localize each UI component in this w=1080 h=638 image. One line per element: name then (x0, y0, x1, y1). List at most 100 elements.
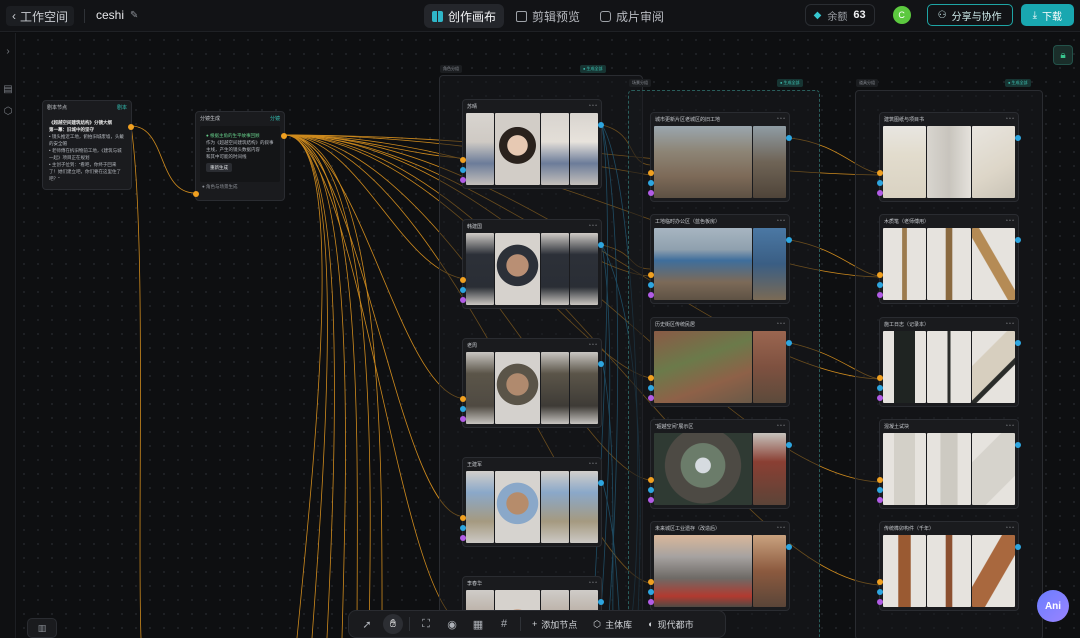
output-port[interactable] (786, 135, 792, 141)
card-tools-icon[interactable]: ▫ ▫ ▫ (589, 461, 597, 467)
card-tools-icon[interactable]: ▫ ▫ ▫ (1006, 218, 1014, 224)
input-port[interactable] (877, 170, 883, 176)
input-port[interactable] (648, 599, 654, 605)
card-tools-icon[interactable]: ▫ ▫ ▫ (777, 423, 785, 429)
prop-card[interactable]: 木质笔（老师傅用） ▫ ▫ ▫ (877, 214, 1021, 304)
scene-card[interactable]: 工地临时办公区（蓝色板房） ▫ ▫ ▫ (648, 214, 792, 304)
scene-card[interactable]: 历史街区传统民居 ▫ ▫ ▫ (648, 317, 792, 407)
input-port[interactable] (648, 487, 654, 493)
input-port[interactable] (877, 292, 883, 298)
card-tools-icon[interactable]: ▫ ▫ ▫ (777, 525, 785, 531)
card-tools-icon[interactable]: ▫ ▫ ▫ (777, 116, 785, 122)
prop-card[interactable]: 混凝土试块 ▫ ▫ ▫ (877, 419, 1021, 509)
card-tools-icon[interactable]: ▫ ▫ ▫ (1006, 525, 1014, 531)
balance-display[interactable]: ◆ 余额 63 (804, 4, 875, 26)
download-button[interactable]: ⤓ 下载 (1020, 4, 1074, 26)
input-port[interactable] (460, 406, 466, 412)
prop-group-badge-2[interactable]: ● 生成全部 (1005, 79, 1031, 87)
input-port[interactable] (460, 535, 466, 541)
hand-icon[interactable]: ✋︎ (383, 614, 403, 634)
style-button[interactable]: ◐ 现代都市 (643, 618, 698, 631)
tab-canvas[interactable]: 创作画布 (424, 4, 505, 28)
scene-card[interactable]: 未来城区工业遗存（改造后） ▫ ▫ ▫ (648, 521, 792, 611)
layers-icon[interactable]: ▤ (2, 83, 14, 95)
output-port[interactable] (598, 480, 604, 486)
output-port[interactable] (786, 340, 792, 346)
assistant-button[interactable]: Ani (1037, 590, 1069, 622)
input-port[interactable] (648, 497, 654, 503)
character-card[interactable]: 老周 ▫ ▫ ▫ (460, 338, 604, 428)
lock-icon[interactable]: 🔒︎ (1053, 45, 1073, 65)
input-port[interactable] (877, 487, 883, 493)
input-port[interactable] (877, 579, 883, 585)
output-port[interactable] (786, 544, 792, 550)
input-port[interactable] (877, 282, 883, 288)
tab-review[interactable]: 成片审阅 (592, 4, 672, 28)
hash-icon[interactable]: # (494, 614, 514, 634)
input-port[interactable] (877, 385, 883, 391)
input-port[interactable] (648, 385, 654, 391)
card-tools-icon[interactable]: ▫ ▫ ▫ (589, 342, 597, 348)
script-node[interactable]: 剧本节点 剧本 《超越空间建筑结构》分镜大纲 第一幕：旧城中的坚守 • 镜头推近… (42, 100, 134, 190)
input-port[interactable] (877, 599, 883, 605)
scene-card[interactable]: “超越空间”展示区 ▫ ▫ ▫ (648, 419, 792, 509)
regenerate-button[interactable]: 重新生成 (206, 163, 232, 172)
input-port[interactable] (460, 396, 466, 402)
input-port[interactable] (877, 497, 883, 503)
character-card[interactable]: 苏晴 ▫ ▫ ▫ (460, 99, 604, 189)
input-port[interactable] (877, 180, 883, 186)
input-port[interactable] (877, 190, 883, 196)
output-port[interactable] (598, 599, 604, 605)
input-port[interactable] (648, 292, 654, 298)
input-port[interactable] (648, 579, 654, 585)
output-port[interactable] (1015, 442, 1021, 448)
expand-chevron-icon[interactable]: › (2, 45, 14, 57)
input-port[interactable] (877, 477, 883, 483)
input-port[interactable] (460, 287, 466, 293)
prop-group-badge[interactable]: ● 生成全部 (777, 79, 803, 87)
input-port[interactable] (648, 589, 654, 595)
prop-card[interactable]: 施工日志（记录本） ▫ ▫ ▫ (877, 317, 1021, 407)
card-tools-icon[interactable]: ▫ ▫ ▫ (1006, 423, 1014, 429)
project-name[interactable]: ceshi ✎ (96, 8, 138, 22)
input-port[interactable] (648, 170, 654, 176)
output-port[interactable] (1015, 544, 1021, 550)
output-port[interactable] (786, 237, 792, 243)
tab-edit-preview[interactable]: 剪辑预览 (508, 4, 588, 28)
input-port[interactable] (648, 375, 654, 381)
edit-pencil-icon[interactable]: ✎ (130, 10, 138, 21)
storyboard-gen-node[interactable]: 分镜生成 分镜 ● 根据主角的生平故事回顾 作为《超越空间建筑结构》的叙事主线，… (193, 111, 287, 201)
input-port[interactable] (460, 277, 466, 283)
library-button[interactable]: ⬡ 主体库 (588, 618, 637, 631)
grid-layout-icon[interactable]: ▦ (468, 614, 488, 634)
input-port[interactable] (877, 272, 883, 278)
prop-card[interactable]: 建筑图纸与项目书 ▫ ▫ ▫ (877, 112, 1021, 202)
input-port[interactable] (877, 589, 883, 595)
output-port[interactable] (281, 133, 287, 139)
input-port[interactable] (460, 157, 466, 163)
input-port[interactable] (460, 525, 466, 531)
card-tools-icon[interactable]: ▫ ▫ ▫ (777, 321, 785, 327)
scene-card[interactable]: 城市更新片区老城区的旧工地 ▫ ▫ ▫ (648, 112, 792, 202)
input-port[interactable] (460, 167, 466, 173)
input-port[interactable] (460, 297, 466, 303)
input-port[interactable] (193, 191, 199, 197)
fit-view-icon[interactable]: ⛶ (416, 614, 436, 634)
input-port[interactable] (648, 477, 654, 483)
output-port[interactable] (598, 122, 604, 128)
card-tools-icon[interactable]: ▫ ▫ ▫ (589, 223, 597, 229)
card-tools-icon[interactable]: ▫ ▫ ▫ (1006, 321, 1014, 327)
input-port[interactable] (460, 416, 466, 422)
scene-group-badge[interactable]: ● 生成全部 (580, 65, 606, 73)
output-port[interactable] (1015, 135, 1021, 141)
output-port[interactable] (128, 124, 134, 130)
character-card[interactable]: 韩建国 ▫ ▫ ▫ (460, 219, 604, 309)
pointer-icon[interactable]: ➚ (357, 614, 377, 634)
back-to-workspace-button[interactable]: ‹ 工作空间 (6, 6, 75, 26)
output-port[interactable] (786, 442, 792, 448)
input-port[interactable] (877, 395, 883, 401)
cube-icon[interactable]: ⬡ (2, 105, 14, 117)
add-node-button[interactable]: + 添加节点 (527, 618, 582, 631)
input-port[interactable] (648, 180, 654, 186)
input-port[interactable] (460, 177, 466, 183)
